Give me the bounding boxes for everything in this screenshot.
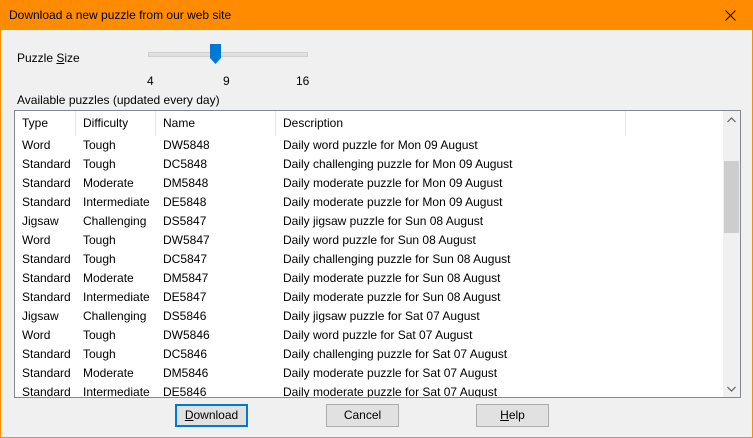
puzzle-list[interactable]: Type Difficulty Name Description Word Tou…	[14, 110, 741, 398]
table-row[interactable]: Standard Moderate DM5847 Daily moderate puz…	[15, 269, 723, 288]
column-header-difficulty[interactable]: Difficulty	[76, 111, 156, 136]
cell-type: Standard	[22, 385, 71, 398]
chevron-down-icon	[727, 386, 736, 392]
cell-name: DC5847	[163, 252, 208, 266]
cell-type: Standard	[22, 176, 71, 190]
table-row[interactable]: Standard Intermediate DE5848 Daily moderate…	[15, 193, 723, 212]
window-title: Download a new puzzle from our web site	[9, 8, 232, 22]
cell-difficulty: Tough	[83, 252, 116, 266]
cell-type: Standard	[22, 252, 71, 266]
table-row[interactable]: Standard Intermediate DE5847 Daily moderate…	[15, 288, 723, 307]
table-row[interactable]: Standard Intermediate DE5846 Daily moderate…	[15, 383, 723, 398]
cell-description: Daily moderate puzzle for Sun 08 August	[283, 290, 501, 304]
column-header-description[interactable]: Description	[276, 111, 626, 136]
cell-type: Word	[22, 233, 51, 247]
cancel-button[interactable]: Cancel	[326, 404, 399, 427]
cell-name: DE5848	[163, 195, 207, 209]
cell-description: Daily moderate puzzle for Sat 07 August	[283, 366, 498, 380]
cell-name: DC5848	[163, 157, 208, 171]
cell-difficulty: Challenging	[83, 309, 147, 323]
close-button[interactable]	[707, 0, 753, 30]
cell-description: Daily challenging puzzle for Sat 07 Augu…	[283, 347, 508, 361]
cell-type: Jigsaw	[22, 309, 59, 323]
cell-description: Daily moderate puzzle for Sun 08 August	[283, 271, 501, 285]
scroll-up-button[interactable]	[723, 111, 740, 128]
help-button[interactable]: Help	[476, 404, 549, 427]
cell-name: DE5847	[163, 290, 207, 304]
cell-description: Daily moderate puzzle for Mon 09 August	[283, 195, 503, 209]
cell-difficulty: Intermediate	[83, 195, 150, 209]
cell-name: DM5846	[163, 366, 209, 380]
table-row[interactable]: Standard Moderate DM5848 Daily moderate puz…	[15, 174, 723, 193]
table-row[interactable]: Standard Moderate DM5846 Daily moderate puz…	[15, 364, 723, 383]
table-row[interactable]: Word Tough DW5848 Daily word puzzle for Mon…	[15, 136, 723, 155]
table-row[interactable]: Word Tough DW5846 Daily word puzzle for Sat…	[15, 326, 723, 345]
cell-description: Daily challenging puzzle for Mon 09 Augu…	[283, 157, 513, 171]
download-button[interactable]: Download	[175, 404, 248, 427]
title-bar: Download a new puzzle from our web site	[0, 0, 753, 30]
slider-min-label: 4	[147, 74, 154, 88]
scroll-down-button[interactable]	[723, 380, 740, 397]
cell-difficulty: Tough	[83, 138, 116, 152]
cell-name: DM5848	[163, 176, 209, 190]
cell-description: Daily word puzzle for Sat 07 August	[283, 328, 473, 342]
cell-description: Daily challenging puzzle for Sun 08 Augu…	[283, 252, 511, 266]
slider-thumb-icon[interactable]	[209, 44, 221, 64]
slider-max-label: 16	[296, 74, 310, 88]
cell-difficulty: Intermediate	[83, 385, 150, 398]
cell-name: DS5846	[163, 309, 207, 323]
cell-difficulty: Intermediate	[83, 290, 150, 304]
cell-name: DW5847	[163, 233, 210, 247]
cell-description: Daily word puzzle for Sun 08 August	[283, 233, 476, 247]
column-header-type[interactable]: Type	[15, 111, 76, 136]
table-row[interactable]: Jigsaw Challenging DS5847 Daily jigsaw puzz…	[15, 212, 723, 231]
cell-difficulty: Moderate	[83, 176, 134, 190]
cell-difficulty: Moderate	[83, 271, 134, 285]
puzzle-size-slider[interactable]	[146, 44, 310, 68]
cell-difficulty: Moderate	[83, 366, 134, 380]
cell-type: Word	[22, 138, 51, 152]
cell-name: DM5847	[163, 271, 209, 285]
cell-description: Daily jigsaw puzzle for Sun 08 August	[283, 214, 484, 228]
cell-difficulty: Tough	[83, 157, 116, 171]
cell-type: Standard	[22, 157, 71, 171]
cell-difficulty: Tough	[83, 347, 116, 361]
cell-type: Standard	[22, 195, 71, 209]
cell-type: Jigsaw	[22, 214, 59, 228]
available-puzzles-label: Available puzzles (updated every day)	[17, 93, 220, 107]
table-row[interactable]: Standard Tough DC5846 Daily challenging puz…	[15, 345, 723, 364]
vertical-scrollbar[interactable]	[723, 111, 740, 397]
cell-description: Daily word puzzle for Mon 09 August	[283, 138, 478, 152]
cell-type: Standard	[22, 366, 71, 380]
cell-name: DW5846	[163, 328, 210, 342]
table-row[interactable]: Jigsaw Challenging DS5846 Daily jigsaw puzz…	[15, 307, 723, 326]
cell-difficulty: Tough	[83, 233, 116, 247]
slider-current-label: 9	[223, 74, 230, 88]
chevron-up-icon	[727, 116, 736, 122]
cell-type: Standard	[22, 290, 71, 304]
list-rows: Word Tough DW5848 Daily word puzzle for Mon…	[15, 136, 723, 398]
cell-type: Standard	[22, 271, 71, 285]
table-row[interactable]: Standard Tough DC5847 Daily challenging puz…	[15, 250, 723, 269]
cell-type: Standard	[22, 347, 71, 361]
slider-track	[148, 52, 308, 57]
cell-description: Daily jigsaw puzzle for Sat 07 August	[283, 309, 480, 323]
cell-name: DW5848	[163, 138, 210, 152]
cell-name: DE5846	[163, 385, 207, 398]
list-header: Type Difficulty Name Description	[15, 111, 723, 136]
scrollbar-thumb[interactable]	[724, 161, 739, 233]
cell-difficulty: Tough	[83, 328, 116, 342]
close-icon	[724, 9, 736, 21]
table-row[interactable]: Standard Tough DC5848 Daily challenging puz…	[15, 155, 723, 174]
table-row[interactable]: Word Tough DW5847 Daily word puzzle for Sun…	[15, 231, 723, 250]
cell-name: DC5846	[163, 347, 208, 361]
cell-description: Daily moderate puzzle for Mon 09 August	[283, 176, 503, 190]
cell-difficulty: Challenging	[83, 214, 147, 228]
puzzle-size-label: Puzzle Size	[17, 51, 80, 65]
column-header-name[interactable]: Name	[156, 111, 276, 136]
cell-type: Word	[22, 328, 51, 342]
cell-description: Daily moderate puzzle for Sat 07 August	[283, 385, 498, 398]
cell-name: DS5847	[163, 214, 207, 228]
